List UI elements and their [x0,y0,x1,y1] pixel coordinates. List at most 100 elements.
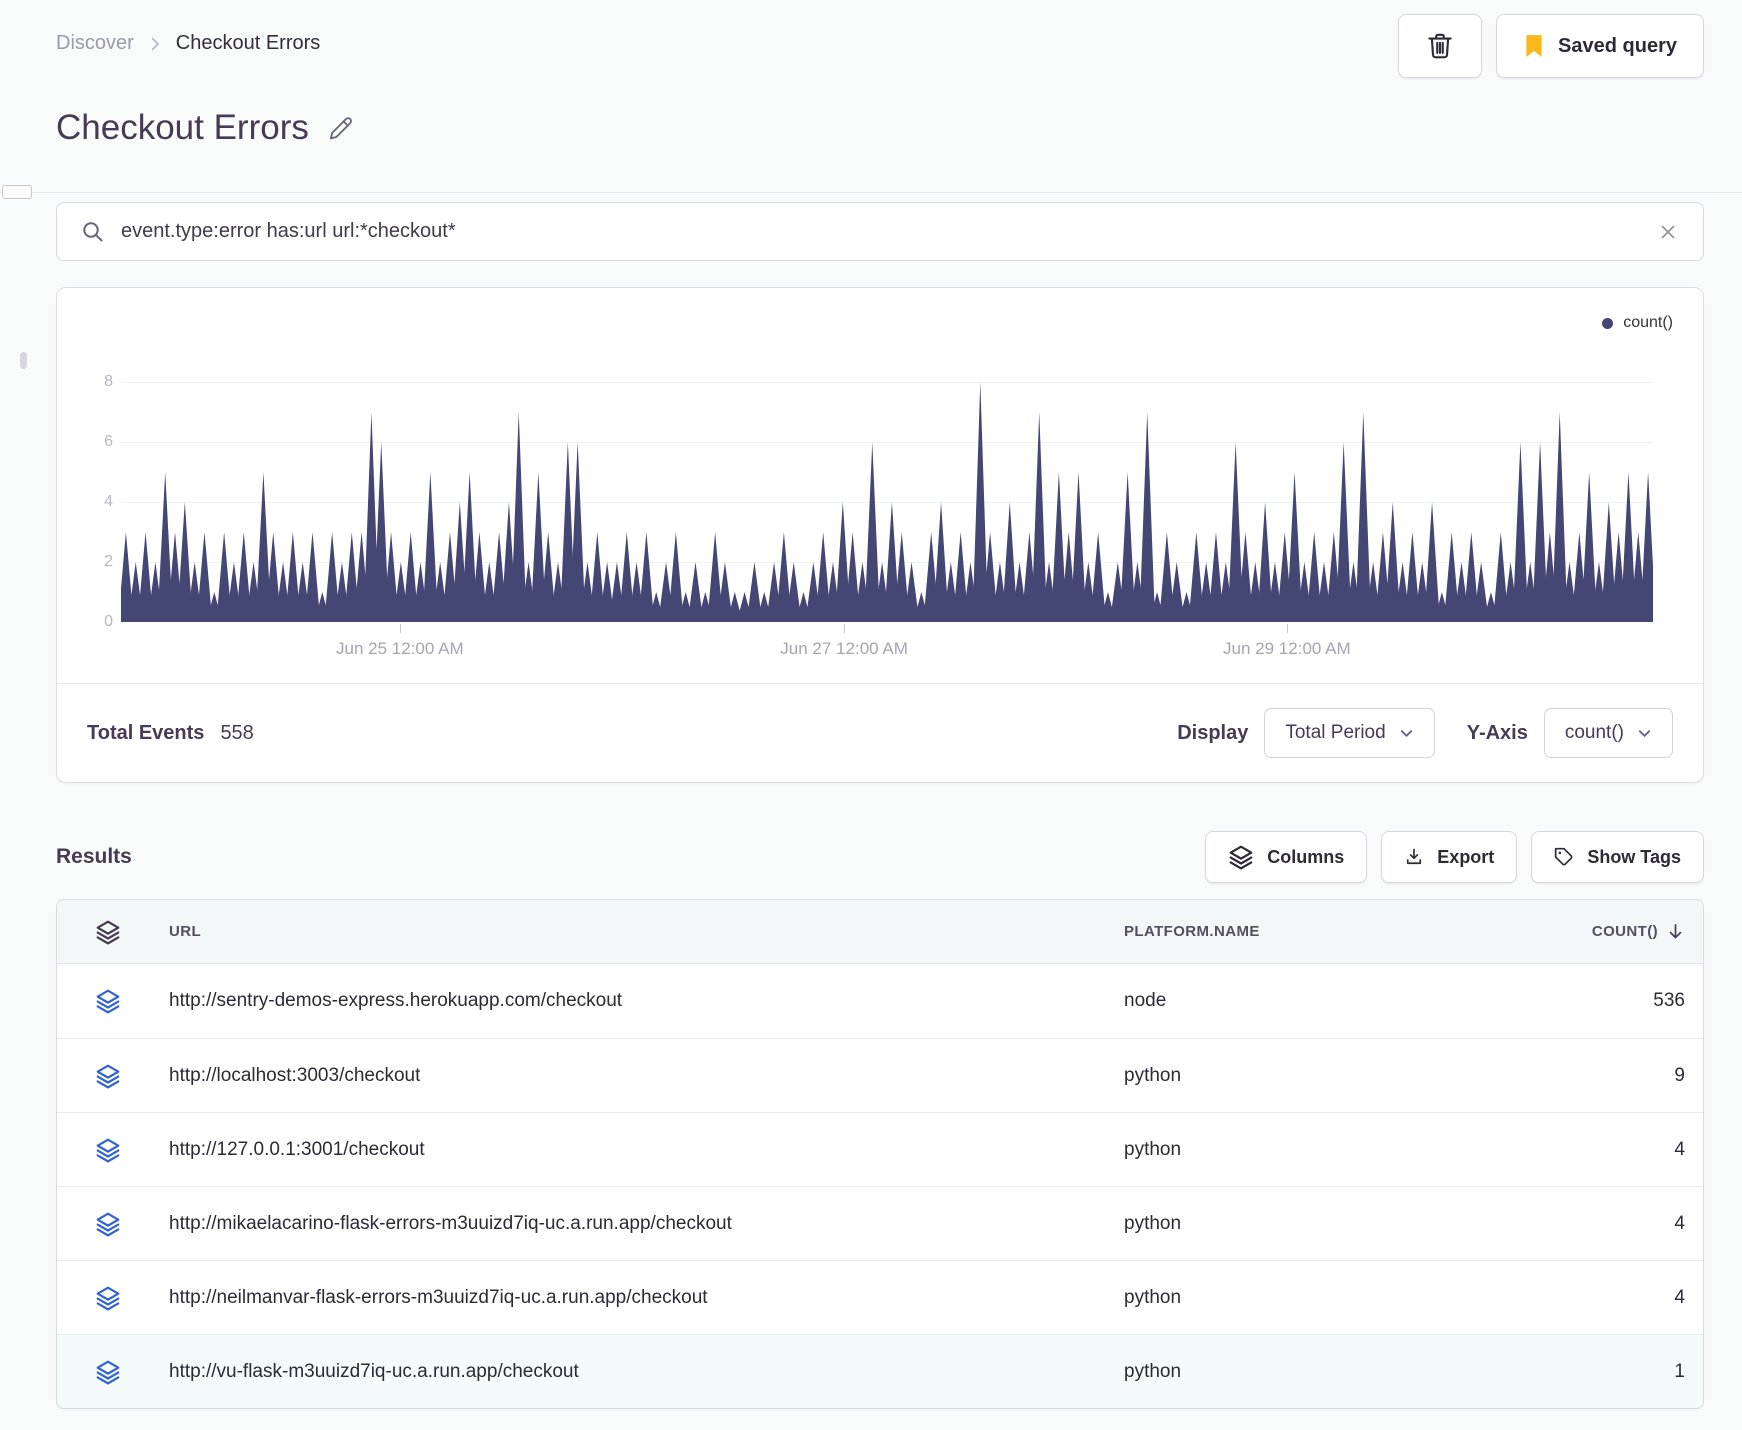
export-button-label: Export [1437,846,1495,867]
row-count: 4 [1674,1212,1685,1234]
x-axis-label: Jun 25 12:00 AM [336,639,464,658]
total-events-value: 558 [220,721,254,744]
row-platform: python [1124,1360,1182,1382]
count-header-label: COUNT() [1591,923,1658,940]
chart-footer: Total Events 558 Display Total Period Y-… [57,683,1703,782]
columns-button[interactable]: Columns [1205,831,1368,883]
header-actions: Saved query [1398,14,1704,78]
row-platform: python [1124,1286,1182,1308]
row-count: 536 [1653,990,1685,1011]
download-icon [1404,847,1424,867]
chart-card: count() 0 2 4 6 8 Jun 25 12:00 AM Jun 27 12:0… [56,287,1704,783]
saved-query-button[interactable]: Saved query [1496,14,1704,78]
table-header: URL PLATFORM.NAME COUNT() [57,900,1703,964]
top-bar: Discover Checkout Errors Saved query [56,0,1704,78]
yaxis-dropdown[interactable]: count() [1543,708,1673,758]
title-row: Checkout Errors [56,108,1704,148]
trash-icon [1425,31,1455,61]
row-count: 4 [1674,1138,1685,1160]
table-row[interactable]: http://sentry-demos-express.herokuapp.co… [57,964,1703,1038]
url-cell: http://127.0.0.1:3001/checkout [57,1137,1124,1163]
yaxis-label: Y-Axis [1466,721,1528,744]
table-row[interactable]: http://localhost:3003/checkout python 9 [57,1038,1703,1112]
url-cell: http://neilmanvar-flask-errors-m3uuizd7i… [57,1285,1124,1311]
results-header: Results Columns Export Show Tags [56,831,1704,883]
y-axis-label: 4 [104,493,113,510]
legend-dot [1602,317,1614,329]
tag-icon [1554,847,1574,867]
sidebar-drag-handle[interactable] [20,352,27,369]
pencil-icon[interactable] [327,115,354,142]
stack-icon[interactable] [95,1285,121,1311]
page-title: Checkout Errors [56,108,309,147]
x-axis-tick [844,624,846,633]
total-events: Total Events 558 [87,722,254,745]
table-row[interactable]: http://127.0.0.1:3001/checkout python 4 [57,1112,1703,1186]
chevron-down-icon [1399,726,1414,741]
chart-legend[interactable]: count() [1602,314,1673,332]
stack-icon[interactable] [95,1359,121,1385]
delete-query-button[interactable] [1398,14,1483,78]
stack-icon[interactable] [95,1063,121,1089]
stack-icon[interactable] [95,1211,121,1237]
y-axis-label: 2 [104,553,113,570]
url-cell: http://mikaelacarino-flask-errors-m3uuiz… [57,1211,1124,1237]
table-row[interactable]: http://neilmanvar-flask-errors-m3uuizd7i… [57,1260,1703,1334]
stack-icon[interactable] [95,988,121,1014]
chevron-down-icon [1637,726,1652,741]
panel-collapse-handle[interactable] [2,185,32,199]
x-axis-tick [399,624,401,633]
url-header-cell: URL [57,919,1124,945]
url-cell: http://sentry-demos-express.herokuapp.co… [57,988,1124,1014]
saved-query-label: Saved query [1558,34,1677,57]
y-axis-label: 8 [104,373,113,390]
chevron-right-icon [146,35,164,53]
row-count: 9 [1674,1064,1685,1086]
search-input[interactable] [121,220,1641,243]
display-dropdown[interactable]: Total Period [1264,708,1435,758]
x-axis-label: Jun 27 12:00 AM [780,639,908,658]
total-events-label: Total Events [87,721,205,744]
breadcrumb-current: Checkout Errors [175,32,321,54]
breadcrumb-discover[interactable]: Discover [56,32,134,55]
stack-icon[interactable] [95,1137,121,1163]
results-heading: Results [56,845,132,868]
column-header-platform[interactable]: PLATFORM.NAME [1124,923,1488,940]
chart-plot [121,382,1653,622]
table-row[interactable]: http://vu-flask-m3uuizd7iq-uc.a.run.app/… [57,1334,1703,1408]
chart-controls: Display Total Period Y-Axis count() [1177,708,1673,758]
row-url[interactable]: http://127.0.0.1:3001/checkout [169,1139,425,1161]
sort-desc-icon [1666,922,1685,941]
columns-button-label: Columns [1267,846,1345,867]
row-url[interactable]: http://sentry-demos-express.herokuapp.co… [169,990,622,1012]
row-url[interactable]: http://localhost:3003/checkout [169,1065,420,1087]
row-count: 4 [1674,1286,1685,1308]
display-value: Total Period [1285,722,1386,743]
x-axis-tick [1286,624,1288,633]
row-url[interactable]: http://vu-flask-m3uuizd7iq-uc.a.run.app/… [169,1361,579,1383]
legend-label: count() [1623,314,1673,331]
stack-icon[interactable] [95,919,121,945]
chart-x-axis: Jun 25 12:00 AM Jun 27 12:00 AM Jun 29 12:… [121,622,1653,664]
row-platform: python [1124,1064,1182,1086]
search-bar [56,202,1704,261]
column-header-url[interactable]: URL [169,923,201,940]
row-url[interactable]: http://mikaelacarino-flask-errors-m3uuiz… [169,1213,732,1235]
row-url[interactable]: http://neilmanvar-flask-errors-m3uuizd7i… [169,1287,708,1309]
breadcrumb: Discover Checkout Errors [56,32,320,55]
chart-plot-area [121,382,1653,622]
y-axis-label: 6 [104,433,113,450]
url-cell: http://vu-flask-m3uuizd7iq-uc.a.run.app/… [57,1359,1124,1385]
header-divider [0,185,1742,199]
row-platform: node [1124,990,1167,1011]
show-tags-button[interactable]: Show Tags [1531,831,1704,883]
table-row[interactable]: http://mikaelacarino-flask-errors-m3uuiz… [57,1186,1703,1260]
search-icon [81,220,105,244]
export-button[interactable]: Export [1381,831,1518,883]
display-label: Display [1177,721,1249,744]
show-tags-button-label: Show Tags [1587,846,1681,867]
clear-icon[interactable] [1657,221,1679,243]
column-header-count[interactable]: COUNT() [1488,922,1703,941]
bookmark-icon [1523,34,1545,58]
table-body: http://sentry-demos-express.herokuapp.co… [57,964,1703,1408]
